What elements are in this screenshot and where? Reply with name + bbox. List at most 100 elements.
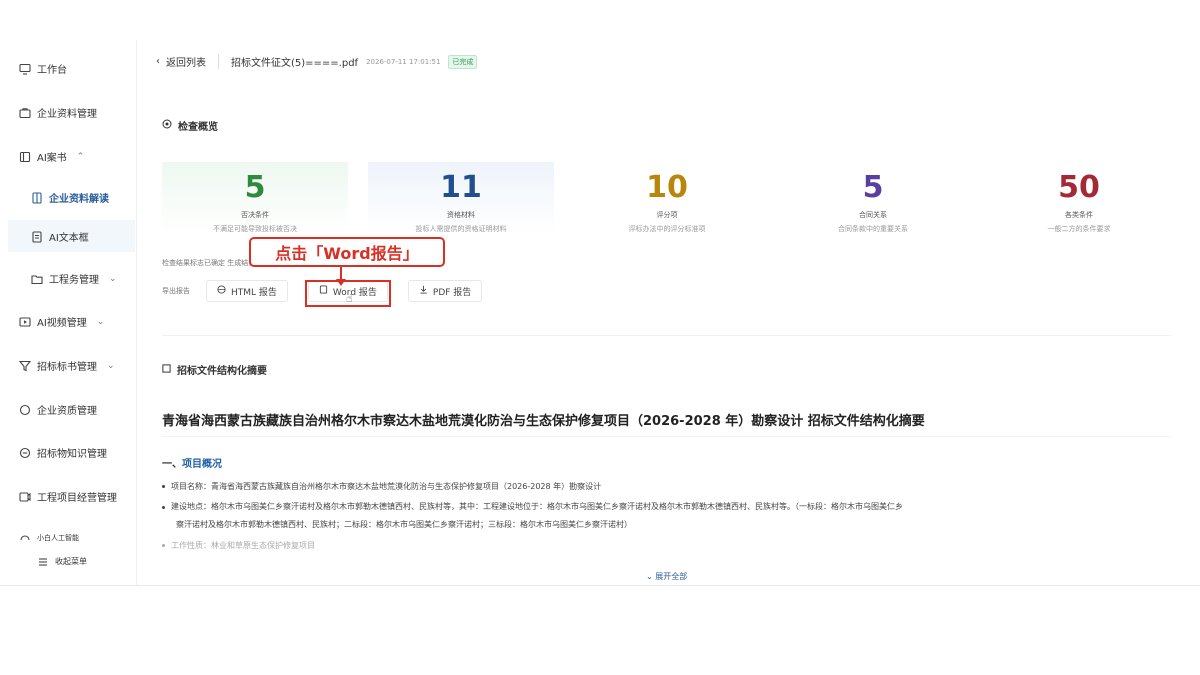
sidebar-item-label: 招标标书管理: [37, 362, 97, 373]
collapse-menu-button[interactable]: 收起菜单: [36, 555, 87, 568]
sidebar-item-label: AI案书: [37, 153, 67, 164]
stat-label: 各类条件: [1065, 211, 1093, 219]
callout-arrowhead: [336, 279, 346, 286]
divider: [162, 335, 1172, 336]
briefcase-icon: [18, 106, 31, 119]
sidebar-item-label: 企业资料管理: [37, 109, 97, 120]
back-button[interactable]: ‹ 返回列表: [156, 54, 219, 69]
circle-icon: [18, 403, 31, 416]
sidebar-item-knowledge[interactable]: 招标物知识管理: [18, 445, 107, 460]
monitor-icon: [18, 62, 31, 75]
stat-description: 合同条款中的重要关系: [838, 225, 908, 233]
sidebar-item-company-data-reading[interactable]: 企业资料解读: [30, 190, 109, 205]
topbar: ‹ 返回列表 招标文件征文(5)====.pdf 2026-07-11 17:0…: [156, 54, 478, 69]
divider: [0, 585, 1200, 586]
list-item-continuation: 察汗诺村及格尔木市郭勒木德镇西村、民族村；二标段：格尔木市乌图美仁乡察汗诺村；三…: [176, 520, 632, 529]
sidebar-item-label: 工作台: [37, 65, 67, 76]
sidebar-item-qualifications[interactable]: 企业资质管理: [18, 402, 97, 417]
list-item: 项目名称：青海省海西蒙古族藏族自治州格尔木市察达木盐地荒漠化防治与生态保护修复项…: [162, 481, 601, 492]
stat-card: 11 资格材料投标人需提供的资格证明材料: [368, 162, 554, 234]
assistant-icon: [18, 531, 31, 544]
instruction-callout: 点击「Word报告」: [249, 237, 445, 267]
bullet-dot: [162, 506, 165, 509]
globe-icon: [217, 285, 226, 297]
sidebar-item-company-data[interactable]: 企业资料管理: [18, 105, 97, 120]
chevron-up-icon: ⌃: [76, 151, 85, 162]
sidebar-item-projects[interactable]: 工程项目经营管理: [18, 489, 117, 504]
sidebar-item-workbench[interactable]: 工作台: [18, 61, 67, 76]
stat-card: 50 各类条件 一般二方的条件要求: [986, 162, 1172, 234]
list-item-text: 项目名称：青海省海西蒙古族藏族自治州格尔木市察达木盐地荒漠化防治与生态保护修复项…: [171, 482, 602, 491]
chat-icon: [18, 446, 31, 459]
back-label: 返回列表: [166, 58, 206, 69]
collapse-menu-label: 收起菜单: [55, 557, 87, 566]
summary-section-title: 招标文件结构化摘要: [162, 362, 267, 377]
video-icon: [18, 315, 31, 328]
sidebar: 工作台 企业资料管理 AI案书 ⌃ 企业资料解读 AI文本框 工程务管理 ⌄ A…: [0, 40, 137, 585]
sidebar-item-label: 工程务管理: [49, 275, 99, 286]
target-icon: [162, 119, 172, 132]
html-report-label: HTML 报告: [231, 287, 277, 298]
status-badge: 已完成: [448, 54, 478, 69]
stat-description: 一般二方的条件要求: [1047, 225, 1111, 233]
stat-card: 5 否决条件不满足可能导致投标被否决: [162, 162, 348, 234]
stat-label: 资格材料: [447, 211, 475, 219]
bullet-dot: [162, 544, 165, 547]
stat-description: 不满足可能导致投标被否决: [213, 225, 297, 233]
list-item-text: 建设地点：格尔木市乌图美仁乡察汗诺村及格尔木市郭勒木德镇西村、民族村等，其中：工…: [171, 502, 903, 511]
summary-title: 招标文件结构化摘要: [177, 366, 267, 377]
folder-icon: [30, 272, 43, 285]
sidebar-item-label: 企业资质管理: [37, 406, 97, 417]
html-report-button[interactable]: HTML 报告: [206, 280, 288, 302]
stat-value: 5: [244, 170, 266, 205]
subsection-number: 一、: [162, 459, 182, 470]
pdf-report-label: PDF 报告: [432, 287, 472, 298]
sidebar-item-label: 招标物知识管理: [37, 449, 107, 460]
book-icon: [18, 150, 31, 163]
sidebar-item-ai-textbox[interactable]: AI文本框: [30, 229, 89, 244]
stat-label: 否决条件: [241, 211, 269, 219]
document-title: 青海省海西蒙古族藏族自治州格尔木市察达木盐地荒漠化防治与生态保护修复项目（202…: [162, 414, 925, 429]
list-item-text: 工作性质：林业和草原生态保护修复项目: [171, 541, 315, 550]
divider: [162, 436, 1172, 437]
stat-description: 投标人需提供的资格证明材料: [415, 225, 507, 233]
result-meta: 检查结果标志已确定 生成结束：: [162, 259, 263, 267]
stat-label: 合同关系: [859, 211, 887, 219]
download-icon: [419, 285, 428, 297]
stat-description: 评标办法中的评分标准项: [628, 225, 706, 233]
chevron-down-icon: ⌄: [96, 316, 105, 327]
file-time: 2026-07-11 17:01:51: [366, 57, 441, 66]
sidebar-item-assistant[interactable]: 小白人工智能: [18, 531, 79, 544]
sidebar-item-bid-documents[interactable]: 招标标书管理 ⌄: [18, 358, 115, 373]
stat-value: 10: [646, 170, 688, 205]
chevron-left-icon: ‹: [156, 56, 160, 67]
file-icon: [30, 230, 43, 243]
chevron-down-icon: ⌄: [646, 572, 653, 581]
sidebar-item-label: AI视频管理: [37, 318, 87, 329]
stat-card: 5 合同关系合同条款中的重要关系: [780, 162, 966, 234]
sidebar-item-label: AI文本框: [49, 233, 89, 244]
sidebar-item-ai-book[interactable]: AI案书 ⌃: [18, 149, 84, 164]
expand-all-button[interactable]: ⌄ 展开全部: [646, 571, 687, 582]
subsection-label: 项目概况: [182, 459, 222, 470]
sidebar-item-engineering[interactable]: 工程务管理 ⌄: [30, 271, 117, 286]
stat-card: 10 评分项评标办法中的评分标准项: [574, 162, 760, 234]
chevron-down-icon: ⌄: [109, 273, 117, 284]
stat-value: 5: [862, 170, 884, 205]
pointer-cursor-icon: ☝: [346, 292, 353, 305]
sidebar-item-label: 工程项目经营管理: [37, 493, 117, 504]
expand-all-label: 展开全部: [655, 572, 688, 581]
overview-section-title: 检查概览: [162, 118, 218, 133]
sidebar-item-ai-video[interactable]: AI视频管理 ⌄: [18, 314, 104, 329]
document-icon: [30, 191, 43, 204]
list-item: 建设地点：格尔木市乌图美仁乡察汗诺村及格尔木市郭勒木德镇西村、民族村等，其中：工…: [162, 501, 903, 512]
menu-icon: [36, 555, 49, 568]
stat-label: 评分项: [656, 211, 678, 219]
chevron-down-icon: ⌄: [107, 360, 115, 371]
list-item: 工作性质：林业和草原生态保护修复项目: [162, 540, 315, 551]
stat-value: 11: [440, 170, 482, 205]
file-name: 招标文件征文(5)====.pdf: [231, 58, 359, 69]
pdf-report-button[interactable]: PDF 报告: [407, 280, 483, 302]
sidebar-item-label: 小白人工智能: [37, 533, 79, 542]
bullet-dot: [162, 485, 165, 488]
